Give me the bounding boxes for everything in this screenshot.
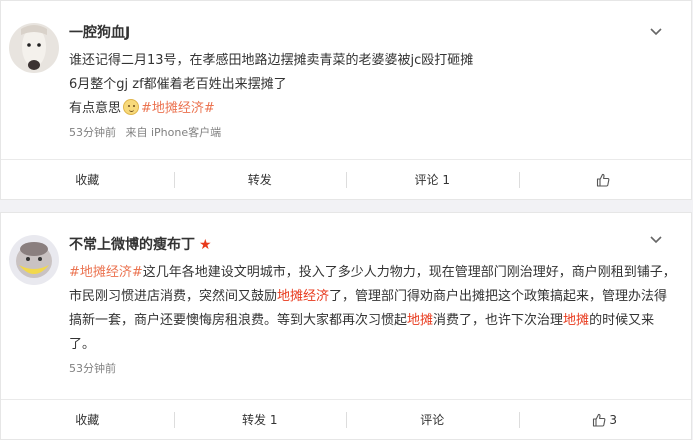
post-text-line: 6月整个gj zf都催着老百姓出来摆摊了	[69, 77, 287, 92]
hashtag-link[interactable]: #地摊经济#	[69, 265, 143, 280]
like-button[interactable]	[518, 160, 692, 199]
comment-label: 评论 1	[414, 173, 450, 187]
post-meta: 53分钟前 来自 iPhone客户端	[69, 125, 677, 141]
post-meta: 53分钟前	[69, 361, 677, 377]
comment-button[interactable]: 评论	[346, 400, 519, 439]
thumbs-up-icon	[597, 173, 610, 187]
username[interactable]: 不常上微博的瘦布丁	[69, 235, 195, 255]
username[interactable]: 一腔狗血J	[69, 23, 130, 43]
repost-button[interactable]: 转发	[173, 160, 347, 199]
thumbs-up-icon	[593, 413, 606, 427]
repost-label: 转发 1	[242, 413, 278, 427]
post-text: #地摊经济#这几年各地建设文明城市，投入了多少人力物力，现在管理部门刚治理好，商…	[69, 261, 677, 357]
avatar[interactable]	[9, 23, 59, 73]
timestamp[interactable]: 53分钟前	[69, 126, 116, 139]
post-source: 来自 iPhone客户端	[125, 126, 222, 139]
weibo-post-card: 一腔狗血J 谁还记得二月13号，在孝感田地路边摆摊卖青菜的老婆婆被jc殴打砸摊 …	[0, 0, 692, 200]
action-bar: 收藏 转发 1 评论 3	[1, 399, 691, 439]
smiley-emoji-icon	[123, 99, 140, 115]
collect-button[interactable]: 收藏	[1, 160, 174, 199]
post-text-fragment: 有点意思	[69, 101, 122, 116]
action-bar: 收藏 转发 评论 1	[1, 159, 691, 199]
post-text: 谁还记得二月13号，在孝感田地路边摆摊卖青菜的老婆婆被jc殴打砸摊 6月整个gj…	[69, 49, 677, 121]
repost-button[interactable]: 转发 1	[173, 400, 347, 439]
keyword-link[interactable]: 地摊	[563, 313, 589, 328]
comment-button[interactable]: 评论 1	[346, 160, 519, 199]
post-content: 不常上微博的瘦布丁 ★ #地摊经济#这几年各地建设文明城市，投入了多少人力物力，现…	[69, 235, 677, 377]
hashtag-link[interactable]: #地摊经济#	[141, 101, 215, 116]
repost-label: 转发	[247, 173, 272, 187]
post-text-fragment: 消费了，也许下次治理	[433, 313, 564, 328]
post-text-line: 有点意思 #地摊经济#	[69, 97, 677, 121]
post-content: 一腔狗血J 谁还记得二月13号，在孝感田地路边摆摊卖青菜的老婆婆被jc殴打砸摊 …	[69, 23, 677, 141]
keyword-link[interactable]: 地摊	[407, 313, 433, 328]
verified-star-icon: ★	[199, 237, 212, 253]
comment-label: 评论	[420, 413, 445, 427]
avatar[interactable]	[9, 235, 59, 285]
post-text-line: 谁还记得二月13号，在孝感田地路边摆摊卖青菜的老婆婆被jc殴打砸摊	[69, 53, 474, 68]
timestamp[interactable]: 53分钟前	[69, 362, 116, 375]
like-count: 3	[609, 412, 618, 427]
collect-label: 收藏	[75, 173, 100, 187]
post-header: 不常上微博的瘦布丁 ★	[69, 235, 677, 255]
collect-button[interactable]: 收藏	[1, 400, 174, 439]
weibo-post-card: 不常上微博的瘦布丁 ★ #地摊经济#这几年各地建设文明城市，投入了多少人力物力，现…	[0, 212, 692, 440]
collect-label: 收藏	[75, 413, 100, 427]
like-button[interactable]: 3	[518, 400, 692, 439]
keyword-link[interactable]: 地摊经济	[277, 289, 329, 304]
